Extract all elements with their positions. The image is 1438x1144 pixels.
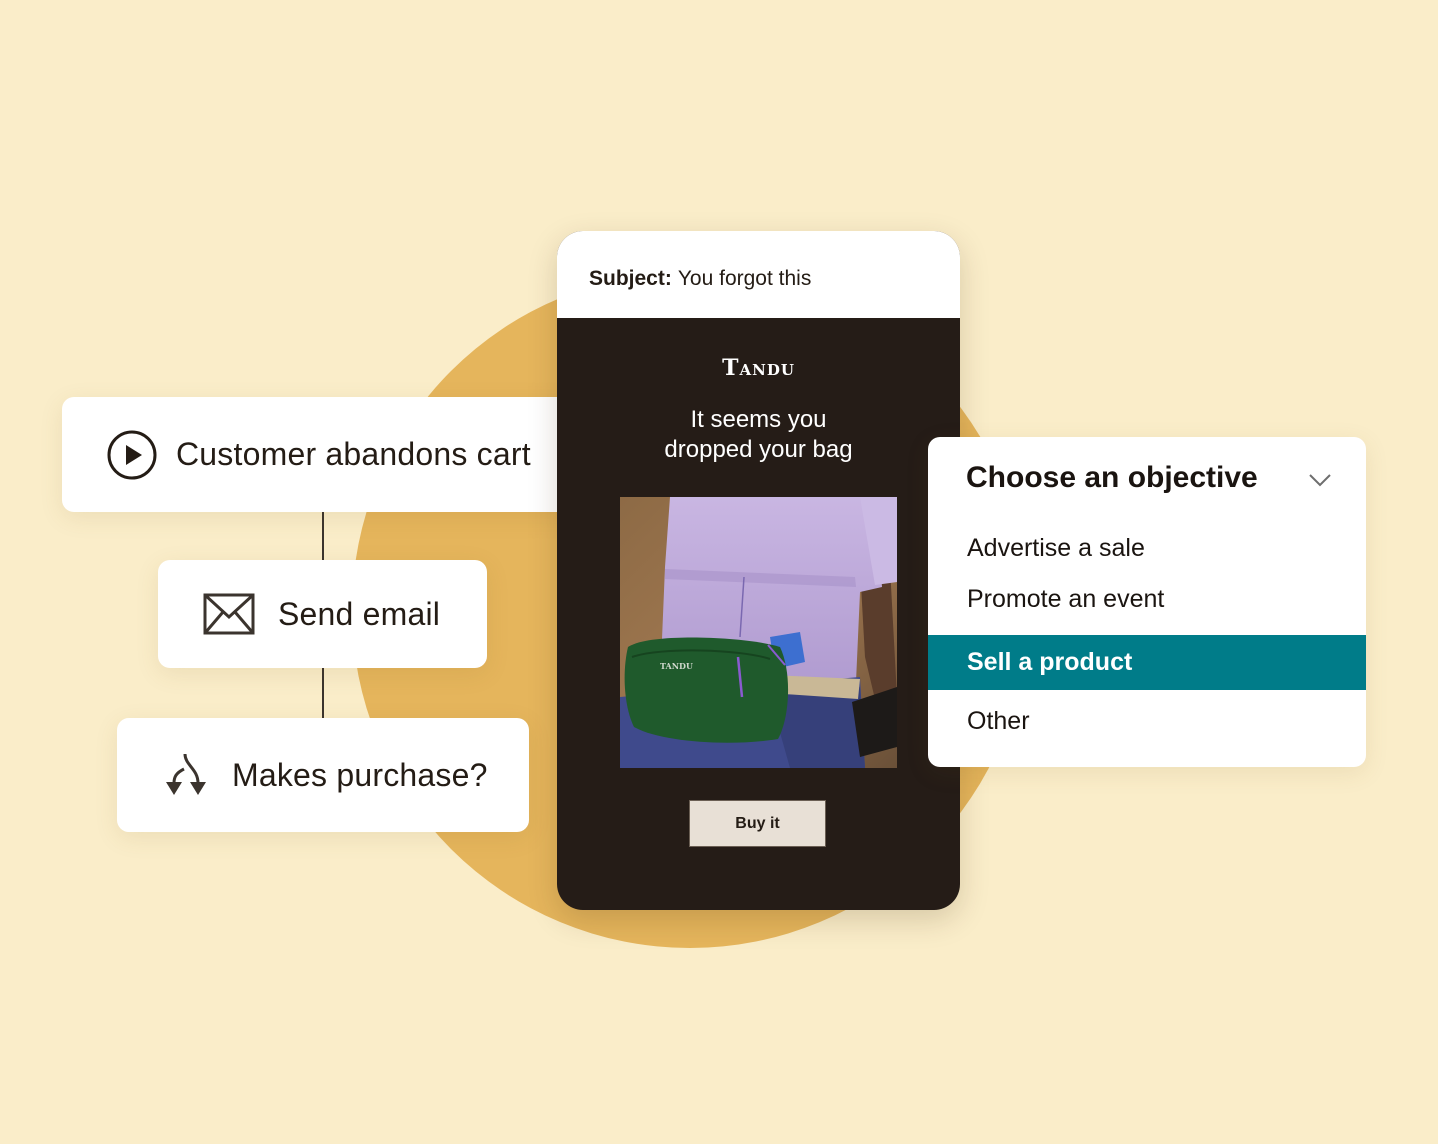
email-subject-bar: Subject: You forgot this [557, 231, 960, 318]
envelope-icon [203, 593, 255, 635]
objective-option-promote-event[interactable]: Promote an event [928, 572, 1366, 627]
email-headline: It seems you dropped your bag [557, 405, 960, 465]
objective-option-advertise-sale[interactable]: Advertise a sale [928, 521, 1366, 576]
headline-line: It seems you [690, 406, 827, 433]
objective-option-sell-product[interactable]: Sell a product [928, 635, 1366, 690]
play-circle-icon [106, 429, 158, 481]
buy-it-button[interactable]: Buy it [689, 800, 826, 847]
workflow-step-label: Customer abandons cart [176, 436, 531, 472]
chevron-down-icon[interactable] [1308, 473, 1332, 492]
workflow-connector-2 [322, 668, 324, 718]
workflow-step-condition[interactable]: Makes purchase? [117, 718, 529, 832]
headline-line: dropped your bag [664, 436, 853, 463]
objective-dropdown[interactable]: Choose an objective Advertise a sale Pro… [928, 437, 1366, 767]
subject-value: You forgot this [677, 266, 812, 290]
product-photo: TANDU [620, 497, 897, 768]
brand-logo: Tandu [722, 355, 795, 381]
branch-split-icon [162, 751, 212, 799]
objective-dropdown-title[interactable]: Choose an objective [966, 461, 1258, 495]
objective-option-other[interactable]: Other [928, 694, 1366, 749]
product-photo-illustration: TANDU [620, 497, 897, 768]
workflow-step-label: Makes purchase? [232, 756, 488, 793]
email-preview: Subject: You forgot this Tandu It seems … [557, 231, 960, 910]
subject-key: Subject: [589, 266, 672, 290]
workflow-step-trigger[interactable]: Customer abandons cart [62, 397, 583, 512]
workflow-step-send-email[interactable]: Send email [158, 560, 487, 668]
workflow-step-label: Send email [278, 595, 441, 632]
bag-logo: TANDU [660, 661, 693, 671]
workflow-connector-1 [322, 512, 324, 560]
